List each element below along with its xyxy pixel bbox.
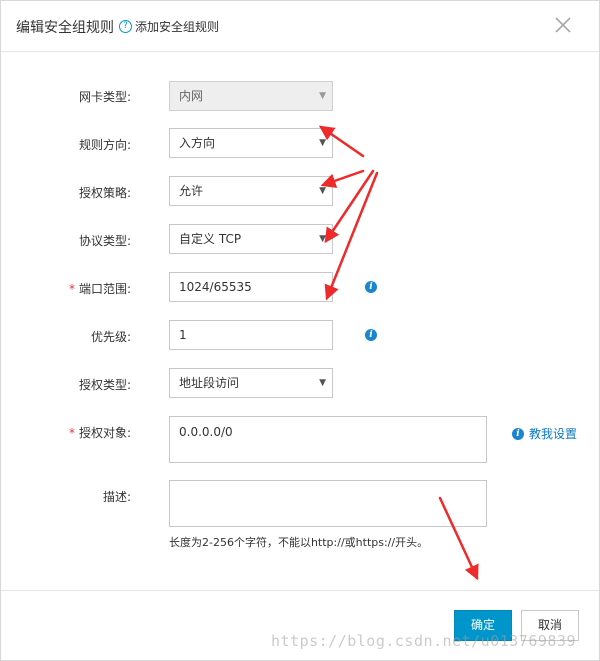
required-mark: * [68, 282, 75, 296]
dialog-header: 编辑安全组规则 ? 添加安全组规则 [1, 1, 599, 52]
port-range-input[interactable]: 1024/65535 [169, 272, 333, 302]
auth-object-label: * 授权对象: [1, 424, 131, 441]
port-range-label: * 端口范围: [1, 280, 131, 297]
direction-select[interactable]: 入方向 ▼ [169, 128, 333, 158]
policy-label: 授权策略: [78, 186, 131, 200]
arrow-to-port-range [324, 171, 379, 301]
direction-value: 入方向 [179, 136, 216, 150]
policy-value: 允许 [179, 184, 204, 198]
dialog-title: 编辑安全组规则 [16, 20, 114, 36]
priority-value: 1 [179, 328, 187, 342]
description-hint: 长度为2-256个字符，不能以http://或https://开头。 [169, 536, 429, 549]
watermark: https://blog.csdn.net/u013769839 [271, 632, 576, 650]
protocol-select[interactable]: 自定义 TCP ▼ [169, 224, 333, 254]
chevron-down-icon: ▼ [319, 138, 326, 148]
arrow-to-protocol [324, 169, 375, 244]
auth-object-value: 0.0.0.0/0 [179, 425, 233, 439]
info-icon[interactable]: i [365, 281, 377, 293]
priority-input[interactable]: 1 [169, 320, 333, 350]
protocol-label: 协议类型: [78, 234, 131, 248]
nic-type-select: 内网 ▼ [169, 81, 333, 111]
description-label: 描述: [102, 490, 131, 504]
required-mark: * [68, 426, 75, 440]
teach-me-link[interactable]: i 教我设置 [512, 425, 577, 442]
port-range-value: 1024/65535 [179, 280, 252, 294]
chevron-down-icon: ▼ [319, 378, 326, 388]
policy-select[interactable]: 允许 ▼ [169, 176, 333, 206]
priority-label: 优先级: [90, 330, 131, 344]
direction-label: 规则方向: [78, 138, 131, 152]
info-icon: i [512, 427, 524, 440]
protocol-value: 自定义 TCP [179, 232, 242, 246]
auth-type-value: 地址段访问 [179, 376, 240, 390]
dialog-footer: 确定 取消 [1, 590, 599, 661]
info-icon[interactable]: i [365, 329, 377, 341]
port-range-label-text: 端口范围: [78, 282, 131, 296]
chevron-down-icon: ▼ [319, 91, 326, 101]
auth-object-label-text: 授权对象: [78, 426, 131, 440]
nic-type-label: 网卡类型: [78, 90, 131, 104]
close-icon[interactable] [553, 15, 573, 35]
add-rule-help-link[interactable]: ? 添加安全组规则 [119, 18, 219, 35]
nic-type-value: 内网 [179, 89, 204, 103]
edit-security-group-rule-dialog: 编辑安全组规则 ? 添加安全组规则 网卡类型: 内网 ▼ 规则方向: 入方向 ▼… [0, 0, 600, 661]
auth-object-textarea[interactable]: 0.0.0.0/0 [169, 416, 487, 463]
auth-type-select[interactable]: 地址段访问 ▼ [169, 368, 333, 398]
description-textarea[interactable] [169, 480, 487, 527]
chevron-down-icon: ▼ [319, 186, 326, 196]
chevron-down-icon: ▼ [319, 234, 326, 244]
auth-type-label: 授权类型: [78, 378, 131, 392]
question-icon: ? [119, 20, 132, 33]
add-rule-help-link-label: 添加安全组规则 [135, 20, 220, 34]
teach-me-link-label: 教我设置 [529, 427, 578, 441]
